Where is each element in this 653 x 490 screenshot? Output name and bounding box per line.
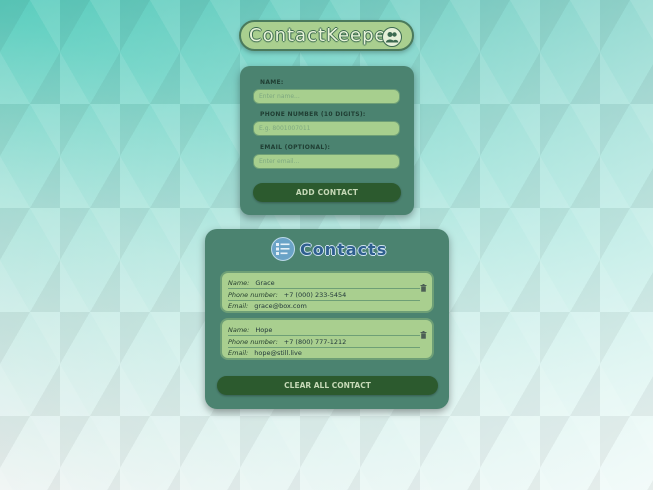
contact-email-row: Email: grace@box.com	[228, 300, 420, 312]
contact-email: hope@still.live	[254, 348, 302, 357]
name-row-label: Name:	[228, 278, 250, 287]
users-icon	[382, 27, 402, 47]
contact-card: Name: Grace Phone number: +7 (000) 233-5…	[220, 271, 434, 313]
phone-input[interactable]	[253, 121, 400, 136]
contact-name: Hope	[255, 325, 273, 334]
phone-row-label: Phone number:	[228, 337, 278, 346]
contact-name: Grace	[255, 278, 275, 287]
contacts-panel: Contacts Name: Grace Phone number: +7 (0…	[205, 229, 449, 409]
app-title: ContactKeeper	[249, 25, 395, 46]
delete-trash-icon[interactable]	[420, 324, 427, 339]
contact-phone: +7 (000) 233-5454	[283, 290, 347, 299]
delete-trash-icon[interactable]	[420, 277, 427, 292]
contacts-title: Contacts	[300, 239, 388, 259]
email-label: EMAIL (OPTIONAL):	[260, 144, 331, 151]
clear-all-button[interactable]: CLEAR ALL CONTACT	[217, 376, 438, 395]
name-row-label: Name:	[228, 325, 250, 334]
contacts-header: Contacts	[271, 235, 387, 263]
name-input[interactable]	[253, 89, 400, 104]
contact-list-icon	[271, 237, 295, 261]
contact-name-row: Name: Hope	[228, 324, 420, 336]
contact-card: Name: Hope Phone number: +7 (800) 777-12…	[220, 318, 434, 360]
contact-email-row: Email: hope@still.live	[228, 347, 420, 359]
contact-name-row: Name: Grace	[228, 277, 420, 289]
phone-label: PHONE NUMBER (10 DIGITS):	[260, 111, 366, 118]
email-input[interactable]	[253, 154, 400, 169]
app-title-pill: ContactKeeper	[239, 20, 414, 51]
contact-phone: +7 (800) 777-1212	[283, 337, 347, 346]
add-contact-button[interactable]: ADD CONTACT	[253, 183, 401, 202]
phone-row-label: Phone number:	[228, 290, 278, 299]
name-label: NAME:	[260, 79, 284, 86]
add-contact-form: NAME: PHONE NUMBER (10 DIGITS): EMAIL (O…	[240, 66, 414, 215]
email-row-label: Email:	[228, 301, 249, 310]
contact-email: grace@box.com	[254, 301, 307, 310]
email-row-label: Email:	[228, 348, 249, 357]
